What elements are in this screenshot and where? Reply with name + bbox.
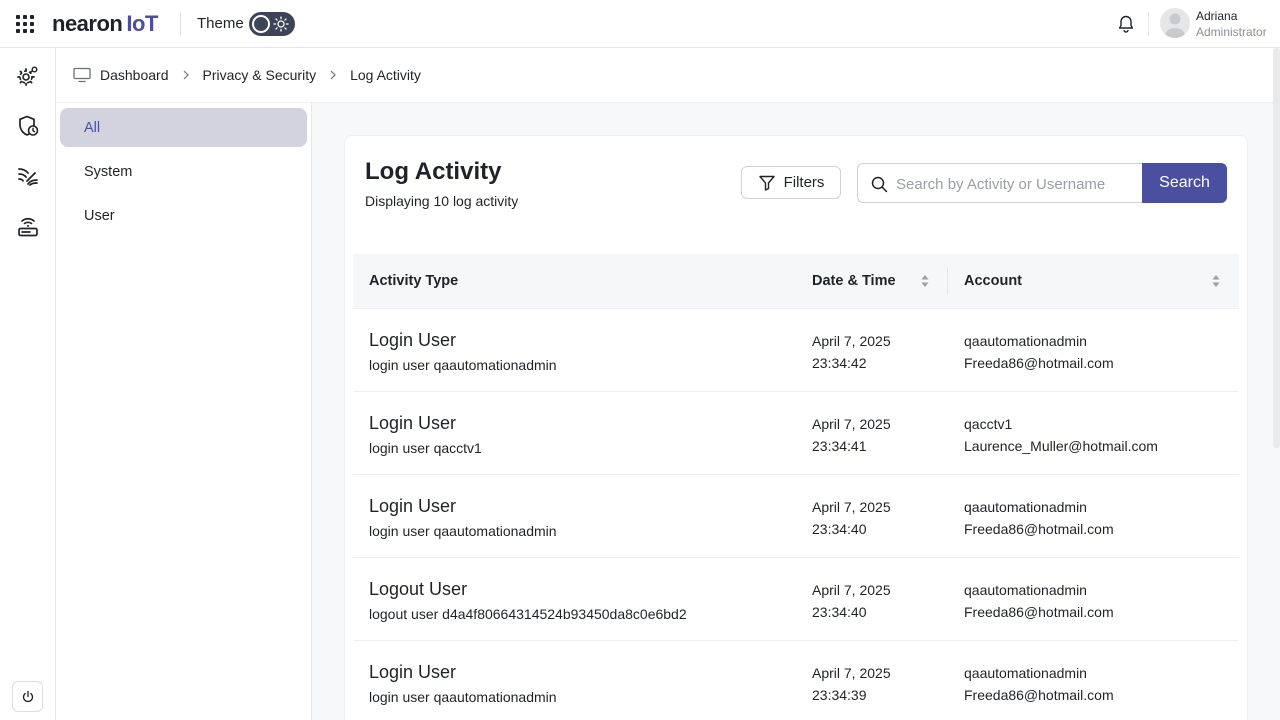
activity-description: login user qaautomationadmin	[369, 689, 557, 705]
activity-title: Login User	[369, 413, 457, 433]
shield-clock-icon[interactable]	[16, 114, 40, 138]
column-account[interactable]: Account	[964, 273, 1022, 289]
bell-icon[interactable]	[1116, 14, 1136, 34]
header-divider-right	[1148, 12, 1149, 36]
subnav-item-label: System	[84, 163, 133, 180]
subnav-item-system[interactable]: System	[60, 152, 307, 191]
activity-description: login user qaautomationadmin	[369, 523, 557, 539]
header-divider	[180, 13, 181, 35]
table-row[interactable]: Login User login user qacctv1 April 7, 2…	[353, 392, 1239, 475]
icon-rail	[0, 48, 56, 720]
table-row[interactable]: Logout User logout user d4a4f80664314524…	[353, 558, 1239, 641]
account-username: qaautomationadmin	[964, 582, 1087, 598]
brand-suffix: IoT	[126, 11, 158, 36]
account-email: Freeda86@hotmail.com	[964, 355, 1114, 371]
filters-button[interactable]: Filters	[741, 166, 841, 199]
activity-date: April 7, 2025	[812, 499, 891, 515]
search-input[interactable]	[896, 172, 1136, 196]
activity-title: Login User	[369, 662, 457, 682]
activity-time: 23:34:40	[812, 521, 867, 537]
activity-time: 23:34:39	[812, 687, 867, 703]
breadcrumb-log-activity: Log Activity	[350, 67, 421, 83]
page-scrollbar[interactable]	[1273, 48, 1280, 448]
log-activity-card: Log Activity Displaying 10 log activity …	[344, 135, 1248, 720]
power-button[interactable]	[12, 681, 43, 712]
gear-cog-icon[interactable]	[16, 64, 40, 88]
top-header: nearon IoT Theme Adriana Administrator	[0, 0, 1280, 48]
account-username: qacctv1	[964, 416, 1013, 432]
subnav-item-all[interactable]: All	[60, 108, 307, 147]
activity-date: April 7, 2025	[812, 665, 891, 681]
account-email: Freeda86@hotmail.com	[964, 521, 1114, 537]
main-content: Log Activity Displaying 10 log activity …	[312, 103, 1280, 720]
theme-toggle[interactable]	[249, 12, 295, 36]
toggle-knob	[252, 15, 270, 33]
user-name: Adriana	[1196, 9, 1238, 23]
brand-logo[interactable]: nearon IoT	[52, 10, 158, 38]
activity-time: 23:34:41	[812, 438, 867, 454]
filters-label: Filters	[783, 174, 825, 191]
activity-description: login user qaautomationadmin	[369, 357, 557, 373]
user-avatar-icon	[1164, 13, 1186, 38]
router-wifi-icon[interactable]	[16, 214, 40, 238]
chevron-right-icon	[183, 70, 189, 80]
table-header: Activity Type Date & Time Account	[353, 254, 1239, 309]
activity-description: login user qacctv1	[369, 440, 482, 456]
user-role: Administrator	[1196, 25, 1267, 39]
search-button[interactable]: Search	[1142, 163, 1227, 203]
log-filter-sidebar: All System User	[56, 103, 312, 720]
signal-waves-icon[interactable]	[16, 164, 40, 188]
column-divider	[947, 268, 948, 295]
page-subtitle: Displaying 10 log activity	[365, 193, 519, 209]
table-row[interactable]: Login User login user qaautomationadmin …	[353, 309, 1239, 392]
account-email: Freeda86@hotmail.com	[964, 604, 1114, 620]
activity-date: April 7, 2025	[812, 416, 891, 432]
activity-date: April 7, 2025	[812, 333, 891, 349]
chevron-right-icon	[330, 70, 336, 80]
activity-title: Logout User	[369, 579, 468, 599]
account-username: qaautomationadmin	[964, 499, 1087, 515]
subnav-item-user[interactable]: User	[60, 196, 307, 235]
subnav-item-label: User	[84, 207, 115, 224]
sun-icon	[273, 16, 289, 32]
sort-icon[interactable]	[1211, 274, 1221, 288]
activity-time: 23:34:40	[812, 604, 867, 620]
column-date-time[interactable]: Date & Time	[812, 273, 896, 289]
sort-icon[interactable]	[920, 274, 930, 288]
brand-name: nearon	[52, 11, 123, 36]
activity-title: Login User	[369, 330, 457, 350]
account-username: qaautomationadmin	[964, 333, 1087, 349]
table-row[interactable]: Login User login user qaautomationadmin …	[353, 475, 1239, 558]
breadcrumb: Dashboard Privacy & Security Log Activit…	[56, 48, 1280, 103]
activity-description: logout user d4a4f80664314524b93450da8c0e…	[369, 606, 687, 622]
power-icon	[22, 690, 33, 702]
subnav-item-label: All	[84, 119, 101, 136]
filter-icon	[758, 175, 775, 191]
apps-grid-icon[interactable]	[16, 15, 34, 33]
account-username: qaautomationadmin	[964, 665, 1087, 681]
account-email: Freeda86@hotmail.com	[964, 687, 1114, 703]
activity-date: April 7, 2025	[812, 582, 891, 598]
page-title: Log Activity	[365, 158, 502, 185]
avatar[interactable]	[1160, 8, 1190, 38]
breadcrumb-privacy-security[interactable]: Privacy & Security	[203, 67, 317, 83]
activity-title: Login User	[369, 496, 457, 516]
table-row[interactable]: Login User login user qaautomationadmin …	[353, 641, 1239, 720]
monitor-icon	[73, 67, 91, 83]
theme-label: Theme	[197, 15, 244, 32]
account-email: Laurence_Muller@hotmail.com	[964, 438, 1158, 454]
search-box	[857, 163, 1143, 203]
activity-time: 23:34:42	[812, 355, 867, 371]
breadcrumb-dashboard[interactable]: Dashboard	[100, 67, 169, 83]
column-activity-type: Activity Type	[369, 273, 459, 289]
search-icon	[871, 176, 888, 193]
